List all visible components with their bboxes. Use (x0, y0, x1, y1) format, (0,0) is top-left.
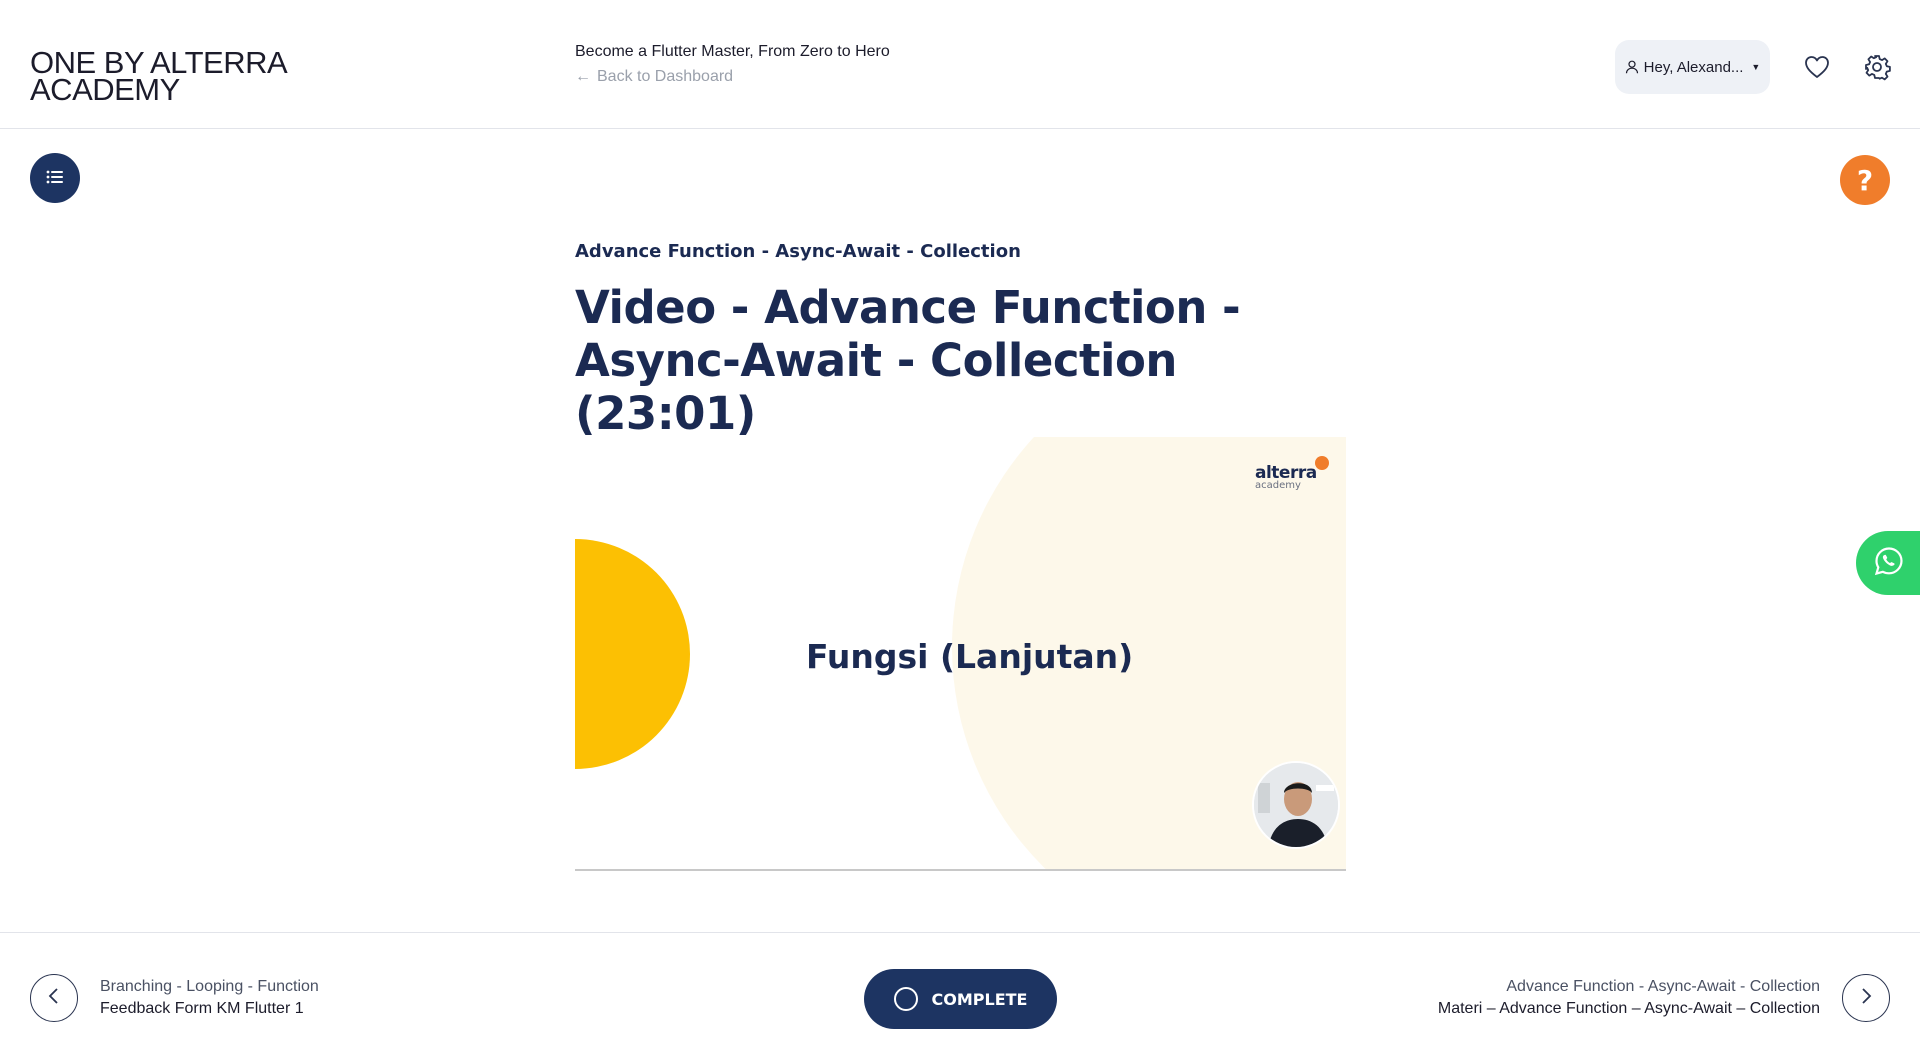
previous-lesson-title: Feedback Form KM Flutter 1 (100, 1000, 304, 1017)
whatsapp-icon (1873, 545, 1905, 581)
next-lesson-button[interactable] (1842, 974, 1890, 1022)
user-menu-label: Hey, Alexand... (1643, 58, 1744, 76)
gear-icon[interactable] (1863, 53, 1891, 81)
circle-icon (893, 987, 918, 1011)
course-info: Become a Flutter Master, From Zero to He… (575, 43, 890, 86)
user-icon (1625, 60, 1639, 74)
site-logo[interactable]: ONE BY ALTERRA ACADEMY (30, 47, 288, 107)
course-title: Become a Flutter Master, From Zero to He… (575, 43, 890, 60)
lesson-navigation-footer: Branching - Looping - Function Feedback … (0, 932, 1920, 1063)
presenter-avatar (1252, 761, 1340, 849)
previous-lesson-section: Branching - Looping - Function (100, 978, 319, 995)
logo-line-2: ACADEMY (30, 72, 180, 107)
back-link-label: Back to Dashboard (597, 68, 734, 85)
arrow-left-icon: ← (575, 68, 591, 85)
video-slide-title: Fungsi (Lanjutan) (806, 637, 1134, 676)
next-lesson-link[interactable]: Advance Function - Async-Await - Collect… (1438, 978, 1820, 1018)
list-icon (46, 169, 64, 188)
previous-lesson-link[interactable]: Branching - Looping - Function Feedback … (100, 978, 319, 1018)
complete-button[interactable]: COMPLETE (864, 969, 1057, 1029)
chevron-right-icon (1859, 986, 1873, 1010)
user-menu-button[interactable]: Hey, Alexand... ▼ (1615, 40, 1770, 94)
caret-down-icon: ▼ (1751, 62, 1761, 72)
help-button[interactable]: ? (1840, 155, 1890, 205)
next-lesson-title: Materi – Advance Function – Async-Await … (1437, 1000, 1820, 1017)
chevron-left-icon (47, 986, 61, 1010)
question-icon: ? (1856, 163, 1874, 197)
top-header: ONE BY ALTERRA ACADEMY Become a Flutter … (0, 0, 1920, 129)
previous-lesson-button[interactable] (30, 974, 78, 1022)
video-player[interactable]: alterra academy Fungsi (Lanjutan) (575, 437, 1346, 871)
course-outline-toggle-button[interactable] (30, 153, 80, 203)
page-title: Video - Advance Function - Async-Await -… (575, 281, 1241, 440)
complete-label: COMPLETE (931, 989, 1028, 1009)
next-lesson-section: Advance Function - Async-Await - Collect… (1506, 978, 1820, 995)
brand-dot (1315, 456, 1329, 470)
back-to-dashboard-link[interactable]: ← Back to Dashboard (575, 68, 890, 86)
whatsapp-button[interactable] (1856, 531, 1920, 595)
video-yellow-shape (575, 539, 690, 769)
video-brand-logo: alterra academy (1255, 456, 1329, 491)
heart-icon[interactable] (1803, 53, 1831, 81)
lesson-section-label: Advance Function - Async-Await - Collect… (575, 241, 1021, 262)
